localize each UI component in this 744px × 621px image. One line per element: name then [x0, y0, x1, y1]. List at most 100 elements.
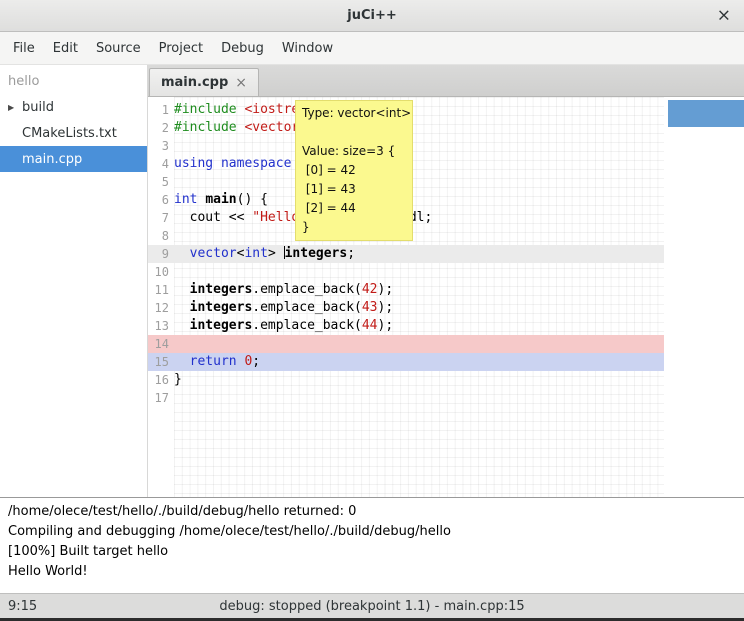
- tree-item-cmakelists-txt[interactable]: CMakeLists.txt: [0, 120, 147, 146]
- line-number[interactable]: 14: [148, 335, 174, 353]
- tab-label: main.cpp: [161, 75, 228, 90]
- code-line-13[interactable]: 13 integers.emplace_back(44);: [148, 317, 664, 335]
- code-text: cout << "Hello World!" << endl;: [174, 209, 664, 227]
- code-token: [213, 156, 221, 171]
- code-line-14[interactable]: 14: [148, 335, 664, 353]
- code-token: int: [174, 192, 197, 207]
- tree-item-label: CMakeLists.txt: [22, 126, 117, 141]
- code-line-12[interactable]: 12 integers.emplace_back(43);: [148, 299, 664, 317]
- code-text: [174, 335, 664, 353]
- code-token: integers: [190, 282, 253, 297]
- tooltip-line: [2] = 44: [302, 199, 406, 218]
- app-window: juCi++ × FileEditSourceProjectDebugWindo…: [0, 0, 744, 621]
- editor[interactable]: 1#include <iostream>2#include <vector>34…: [148, 97, 744, 497]
- terminal-line: Hello World!: [8, 562, 736, 582]
- line-number[interactable]: 13: [148, 317, 174, 335]
- code-text: integers.emplace_back(43);: [174, 299, 664, 317]
- tree-item-main-cpp[interactable]: main.cpp: [0, 146, 147, 172]
- line-number[interactable]: 4: [148, 155, 174, 173]
- close-icon[interactable]: ×: [717, 7, 731, 24]
- terminal-line: /home/olece/test/hello/./build/debug/hel…: [8, 502, 736, 522]
- menu-item-file[interactable]: File: [4, 37, 44, 60]
- line-number[interactable]: 7: [148, 209, 174, 227]
- line-number[interactable]: 3: [148, 137, 174, 155]
- tooltip-line: [0] = 42: [302, 161, 406, 180]
- code-text: vector<int> integers;: [174, 245, 664, 263]
- code-line-9[interactable]: 9 vector<int> integers;: [148, 245, 664, 263]
- code-token: () {: [237, 192, 268, 207]
- status-message: debug: stopped (breakpoint 1.1) - main.c…: [219, 599, 524, 614]
- line-number[interactable]: 12: [148, 299, 174, 317]
- line-number[interactable]: 6: [148, 191, 174, 209]
- tooltip-line: [302, 123, 406, 142]
- editor-lines: 1#include <iostream>2#include <vector>34…: [148, 97, 744, 407]
- menu-item-edit[interactable]: Edit: [44, 37, 87, 60]
- line-number[interactable]: 9: [148, 245, 174, 263]
- line-number[interactable]: 1: [148, 101, 174, 119]
- folder-expander-icon[interactable]: ▶: [8, 103, 22, 112]
- code-text: [174, 173, 664, 191]
- line-number[interactable]: 2: [148, 119, 174, 137]
- code-text: using namespace std;: [174, 155, 664, 173]
- menu-item-project[interactable]: Project: [150, 37, 212, 60]
- code-text: [174, 389, 664, 407]
- code-token: ;: [347, 246, 355, 261]
- line-number[interactable]: 10: [148, 263, 174, 281]
- code-token: namespace: [221, 156, 291, 171]
- terminal-line: [100%] Built target hello: [8, 542, 736, 562]
- code-line-10[interactable]: 10: [148, 263, 664, 281]
- code-token: int: [244, 246, 267, 261]
- code-token: return: [190, 354, 237, 369]
- code-line-15[interactable]: 15 return 0;: [148, 353, 664, 371]
- titlebar[interactable]: juCi++ ×: [0, 0, 744, 32]
- code-token: integers: [190, 300, 253, 315]
- code-token: }: [174, 372, 182, 387]
- code-token: );: [378, 318, 394, 333]
- code-text: integers.emplace_back(44);: [174, 317, 664, 335]
- tabbar: main.cpp ×: [148, 65, 744, 97]
- code-token: #include: [174, 120, 237, 135]
- code-token: [174, 246, 190, 261]
- tooltip-line: }: [302, 218, 406, 237]
- line-number[interactable]: 5: [148, 173, 174, 191]
- tree-item-build[interactable]: ▶build: [0, 94, 147, 120]
- menu-item-window[interactable]: Window: [273, 37, 342, 60]
- code-token: 44: [362, 318, 378, 333]
- main-area: hello ▶buildCMakeLists.txtmain.cpp main.…: [0, 65, 744, 497]
- code-text: int main() {: [174, 191, 664, 209]
- terminal-line: Compiling and debugging /home/olece/test…: [8, 522, 736, 542]
- code-text: #include <iostream>: [174, 101, 664, 119]
- code-token: [174, 354, 190, 369]
- line-number[interactable]: 8: [148, 227, 174, 245]
- code-line-11[interactable]: 11 integers.emplace_back(42);: [148, 281, 664, 299]
- tab-main-cpp[interactable]: main.cpp ×: [149, 68, 259, 96]
- code-text: integers.emplace_back(42);: [174, 281, 664, 299]
- code-token: );: [378, 282, 394, 297]
- line-number[interactable]: 11: [148, 281, 174, 299]
- tree-item-label: build: [22, 100, 54, 115]
- code-line-16[interactable]: 16}: [148, 371, 664, 389]
- window-title: juCi++: [347, 8, 397, 23]
- tooltip-line: Value: size=3 {: [302, 142, 406, 161]
- tooltip-line: [1] = 43: [302, 180, 406, 199]
- file-tree: ▶build CMakeLists.txt main.cpp: [0, 94, 147, 172]
- code-token: [174, 300, 190, 315]
- line-number[interactable]: 17: [148, 389, 174, 407]
- code-token: ;: [252, 354, 260, 369]
- menu-item-debug[interactable]: Debug: [212, 37, 273, 60]
- code-token: #include: [174, 102, 237, 117]
- line-number[interactable]: 16: [148, 371, 174, 389]
- statusbar: 9:15 debug: stopped (breakpoint 1.1) - m…: [0, 593, 744, 618]
- code-token: 43: [362, 300, 378, 315]
- code-text: #include <vector>: [174, 119, 664, 137]
- code-token: integers: [190, 318, 253, 333]
- line-number[interactable]: 15: [148, 353, 174, 371]
- scrollbar-thumb[interactable]: [668, 100, 744, 127]
- tab-close-icon[interactable]: ×: [235, 76, 247, 90]
- code-line-17[interactable]: 17: [148, 389, 664, 407]
- code-token: [174, 282, 190, 297]
- menu-item-source[interactable]: Source: [87, 37, 150, 60]
- terminal-output[interactable]: /home/olece/test/hello/./build/debug/hel…: [0, 497, 744, 593]
- code-token: using: [174, 156, 213, 171]
- code-token: .emplace_back(: [252, 300, 362, 315]
